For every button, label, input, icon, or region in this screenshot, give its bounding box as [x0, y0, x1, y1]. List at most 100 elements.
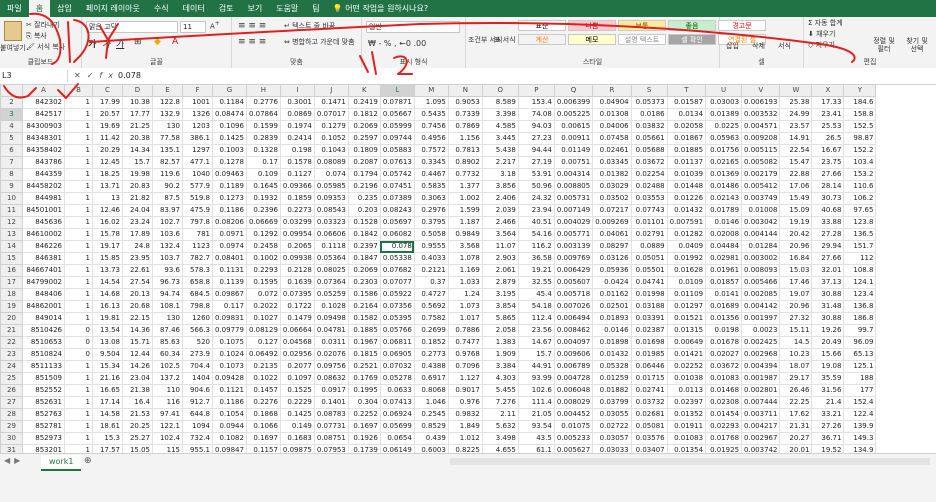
- cell[interactable]: 0.05999: [379, 120, 415, 133]
- tab-view[interactable]: 보기: [240, 0, 269, 17]
- cell[interactable]: 0.01468: [705, 384, 743, 397]
- cell[interactable]: 19.19: [779, 216, 813, 229]
- cell[interactable]: 10.23: [779, 348, 813, 361]
- cell[interactable]: 45.4: [517, 288, 555, 301]
- cell[interactable]: 158.8: [843, 108, 877, 121]
- row-header[interactable]: 27: [0, 396, 23, 409]
- cell[interactable]: 18.25: [92, 168, 123, 181]
- cell[interactable]: 0.235: [347, 192, 381, 205]
- cell[interactable]: 0.1967: [347, 336, 381, 349]
- cell[interactable]: 18.61: [92, 420, 123, 433]
- cell[interactable]: 122.1: [152, 420, 183, 433]
- cell[interactable]: 54.16: [517, 228, 555, 241]
- cell[interactable]: 658.8: [182, 276, 213, 289]
- cell[interactable]: 21.31: [779, 420, 813, 433]
- cell[interactable]: 32.55: [517, 276, 555, 289]
- cell[interactable]: 0.304: [347, 396, 381, 409]
- cell[interactable]: 0.06606: [313, 228, 349, 241]
- cell[interactable]: 84862001: [22, 300, 65, 313]
- row-header[interactable]: 13: [0, 228, 23, 241]
- cell[interactable]: 74.08: [517, 108, 555, 121]
- row-header[interactable]: 19: [0, 300, 23, 313]
- cell[interactable]: 0.2397: [347, 240, 381, 253]
- cell[interactable]: 0.976: [447, 396, 483, 409]
- cell[interactable]: 0.1003: [212, 144, 247, 157]
- cell[interactable]: 0.01698: [630, 336, 668, 349]
- cell[interactable]: 0.06492: [245, 348, 281, 361]
- cell[interactable]: 0.1082: [212, 432, 247, 445]
- cell[interactable]: 28.14: [811, 180, 845, 193]
- row-header[interactable]: 23: [0, 348, 23, 361]
- column-header[interactable]: Y: [843, 84, 877, 97]
- cell[interactable]: 26.46: [779, 384, 813, 397]
- cell[interactable]: 0.005718: [553, 288, 594, 301]
- cell[interactable]: 0.1002: [245, 252, 281, 265]
- cell[interactable]: 0.1027: [245, 312, 281, 325]
- cell[interactable]: 20.96: [779, 240, 813, 253]
- cell[interactable]: 0.4727: [413, 288, 449, 301]
- cell[interactable]: 3.568: [447, 240, 483, 253]
- cell[interactable]: 25.38: [779, 96, 813, 109]
- cell[interactable]: 0.00615: [553, 120, 594, 133]
- fx-icon[interactable]: fx: [99, 71, 119, 80]
- cell[interactable]: 27.28: [811, 228, 845, 241]
- cell[interactable]: 13.71: [92, 180, 123, 193]
- cell-style-0[interactable]: 표준: [518, 20, 566, 31]
- cell[interactable]: 0.01008: [741, 204, 781, 217]
- cell[interactable]: 0.0134: [666, 108, 707, 121]
- cell[interactable]: 102.5: [152, 360, 183, 373]
- row-header[interactable]: 21: [0, 324, 23, 337]
- row-header[interactable]: 14: [0, 240, 23, 253]
- cell[interactable]: 3.564: [481, 228, 519, 241]
- cell[interactable]: 90.2: [152, 180, 183, 193]
- cell[interactable]: 0.02397: [666, 396, 707, 409]
- cell[interactable]: 0.04006: [592, 120, 632, 133]
- cell[interactable]: 0.2597: [347, 132, 381, 145]
- cell[interactable]: 0.1425: [212, 132, 247, 145]
- cell[interactable]: 0.1073: [212, 360, 247, 373]
- cell[interactable]: 0.007149: [553, 204, 594, 217]
- cell[interactable]: 0.7886: [447, 324, 483, 337]
- cell[interactable]: 852631: [22, 396, 65, 409]
- cell[interactable]: 0.02254: [630, 168, 668, 181]
- cell[interactable]: 0.1599: [245, 120, 281, 133]
- cell[interactable]: 0.05963: [705, 132, 743, 145]
- cell[interactable]: 152.5: [843, 120, 877, 133]
- cell[interactable]: 3.195: [481, 288, 519, 301]
- cell[interactable]: 0.2699: [413, 324, 449, 337]
- cell[interactable]: 0.5835: [413, 180, 449, 193]
- cell[interactable]: 0.08474: [212, 108, 247, 121]
- cell[interactable]: 0.09353: [313, 192, 349, 205]
- cell[interactable]: 0.05364: [313, 252, 349, 265]
- cell[interactable]: 116: [152, 396, 183, 409]
- cell[interactable]: 0.07077: [379, 276, 415, 289]
- cell[interactable]: 103.4: [843, 156, 877, 169]
- cell[interactable]: 0.09428: [212, 372, 247, 385]
- cell[interactable]: 845636: [22, 216, 65, 229]
- cell[interactable]: 20.49: [811, 336, 845, 349]
- cell[interactable]: 0.2252: [347, 408, 381, 421]
- cell[interactable]: 151.7: [843, 240, 877, 253]
- paste-button[interactable]: 붙여넣기: [0, 43, 26, 53]
- cell[interactable]: 0.3001: [279, 96, 315, 109]
- cell[interactable]: 3.445: [481, 132, 519, 145]
- row-header[interactable]: 4: [0, 120, 23, 133]
- cell[interactable]: 0.1054: [212, 408, 247, 421]
- cell[interactable]: 1.909: [481, 348, 519, 361]
- cell[interactable]: 84501001: [22, 204, 65, 217]
- cell[interactable]: 19.17: [92, 240, 123, 253]
- cell[interactable]: 0.4388: [413, 360, 449, 373]
- cell[interactable]: 0.03033: [592, 444, 632, 453]
- cell[interactable]: 0.05667: [379, 108, 415, 121]
- cell[interactable]: 17.33: [811, 96, 845, 109]
- row-header[interactable]: 25: [0, 372, 23, 385]
- cell[interactable]: 33.21: [811, 408, 845, 421]
- cell[interactable]: 0.2196: [347, 180, 381, 193]
- cell[interactable]: 0.09498: [313, 312, 349, 325]
- cell[interactable]: 19.08: [811, 360, 845, 373]
- cell[interactable]: 0.002179: [741, 168, 781, 181]
- cell[interactable]: 0.7572: [413, 144, 449, 157]
- cell[interactable]: 0.07613: [379, 156, 415, 169]
- cell[interactable]: 1: [64, 168, 93, 181]
- cell[interactable]: 0.01421: [666, 348, 707, 361]
